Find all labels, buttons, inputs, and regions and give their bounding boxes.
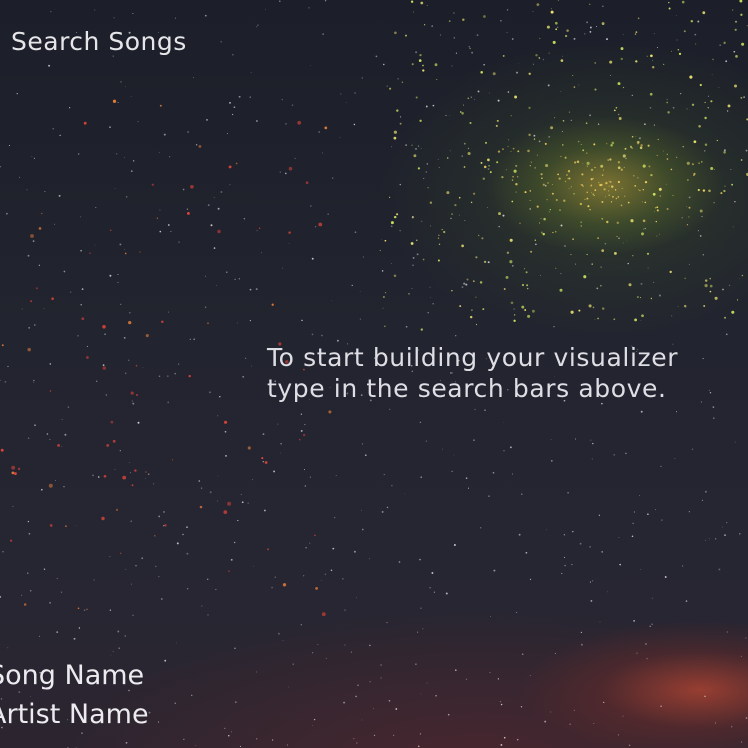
instructions-line-2: type in the search bars above. [267, 374, 667, 403]
artist-name: Artist Name [0, 699, 149, 730]
song-name: Song Name [0, 660, 145, 691]
visualizer-screen: Search Songs To start building your visu… [0, 0, 748, 748]
search-songs-link[interactable]: Search Songs [11, 27, 187, 56]
instructions-line-1: To start building your visualizer [267, 343, 679, 372]
instructions-text: To start building your visualizer type i… [267, 342, 707, 404]
now-playing-info: Song Name Artist Name [0, 656, 149, 734]
